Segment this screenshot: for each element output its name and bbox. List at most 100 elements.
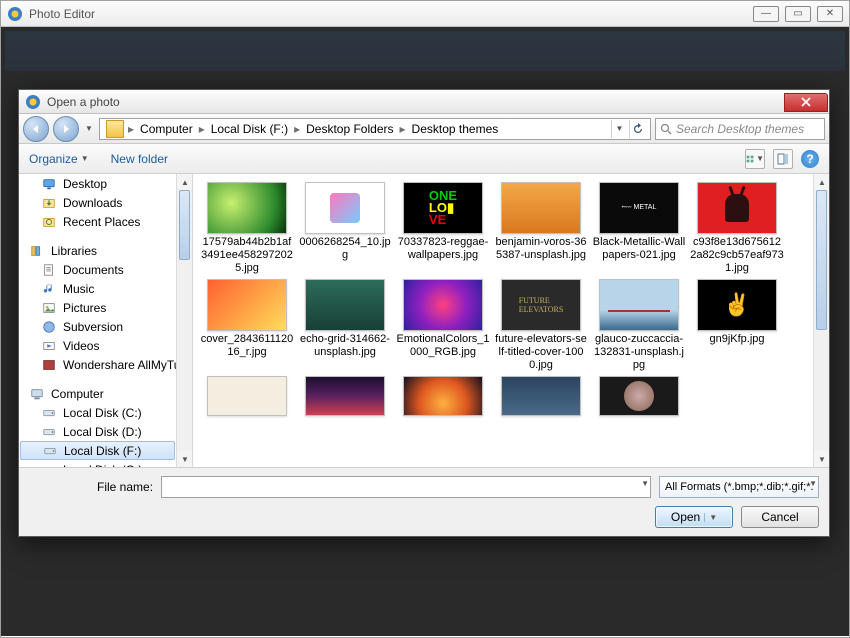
filetype-filter[interactable]: All Formats (*.bmp;*.dib;*.gif;*.	[659, 476, 819, 498]
preview-pane-button[interactable]	[773, 149, 793, 169]
file-name: gn9jKfp.jpg	[709, 333, 764, 346]
nav-row: ▼ ▸ Computer ▸ Local Disk (F:) ▸ Desktop…	[19, 114, 829, 144]
toolbar: Organize▼ New folder ▼ ?	[19, 144, 829, 174]
minimize-button[interactable]: —	[753, 6, 779, 22]
app-titlebar[interactable]: Photo Editor — ▭ ✕	[1, 1, 849, 27]
file-item[interactable]: echo-grid-314662-unsplash.jpg	[297, 279, 393, 372]
app-icon	[7, 6, 23, 22]
file-item[interactable]: benjamin-voros-365387-unsplash.jpg	[493, 182, 589, 275]
sidebar-item-drive[interactable]: Local Disk (C:)	[19, 403, 192, 422]
scroll-down-icon[interactable]: ▼	[177, 451, 193, 467]
sidebar-item-music[interactable]: Music	[19, 279, 192, 298]
file-item[interactable]	[199, 376, 295, 418]
scroll-up-icon[interactable]: ▲	[177, 174, 193, 190]
file-name: 17579ab44b2b1af3491ee4582972025.jpg	[200, 236, 294, 275]
file-thumbnail	[305, 182, 385, 234]
sidebar-item-wondershare[interactable]: Wondershare AllMyTube	[19, 355, 192, 374]
file-item[interactable]: FUTUREELEVATORS future-elevators-self-ti…	[493, 279, 589, 372]
nav-back-button[interactable]	[23, 116, 49, 142]
sidebar-item-desktop[interactable]: Desktop	[19, 174, 192, 193]
help-button[interactable]: ?	[801, 150, 819, 168]
file-item[interactable]: 0006268254_10.jpg	[297, 182, 393, 275]
filename-label: File name:	[97, 480, 153, 494]
sidebar-group-computer[interactable]: Computer	[19, 384, 192, 403]
app-close-button[interactable]: ✕	[817, 6, 843, 22]
file-thumbnail	[501, 376, 581, 416]
file-thumbnail	[207, 279, 287, 331]
file-item[interactable]: ⬳ METAL Black-Metallic-Wallpapers-021.jp…	[591, 182, 687, 275]
file-thumbnail: ✌️	[697, 279, 777, 331]
organize-button[interactable]: Organize▼	[29, 152, 89, 166]
cancel-button[interactable]: Cancel	[741, 506, 819, 528]
file-thumbnail	[403, 279, 483, 331]
breadcrumb-dropdown[interactable]: ▼	[611, 120, 627, 138]
file-item[interactable]: cover_284361112016_r.jpg	[199, 279, 295, 372]
scroll-up-icon[interactable]: ▲	[814, 174, 829, 190]
file-item[interactable]: EmotionalColors_1000_RGB.jpg	[395, 279, 491, 372]
file-item[interactable]	[493, 376, 589, 418]
open-button[interactable]: Open ▼	[655, 506, 733, 528]
sidebar-item-recent[interactable]: Recent Places	[19, 212, 192, 231]
file-item[interactable]	[591, 376, 687, 418]
filename-dropdown[interactable]: ▼	[641, 479, 649, 488]
file-name: benjamin-voros-365387-unsplash.jpg	[494, 236, 588, 262]
file-thumbnail	[599, 376, 679, 416]
file-thumbnail	[207, 376, 287, 416]
view-mode-button[interactable]: ▼	[745, 149, 765, 169]
sidebar-item-drive[interactable]: Local Disk (F:)	[20, 441, 175, 460]
breadcrumb-refresh[interactable]	[629, 120, 645, 138]
file-thumbnail	[305, 376, 385, 416]
sidebar: DesktopDownloadsRecent Places Libraries …	[19, 174, 193, 467]
dialog-close-button[interactable]	[784, 93, 828, 112]
sidebar-group-libraries[interactable]: Libraries	[19, 241, 192, 260]
open-file-dialog: Open a photo ▼ ▸ Computer ▸	[18, 89, 830, 537]
file-name: c93f8e13d6756122a82c9cb57eaf9731.jpg	[690, 236, 784, 275]
nav-forward-button[interactable]	[53, 116, 79, 142]
sidebar-scrollbar[interactable]: ▲ ▼	[176, 174, 192, 467]
file-item[interactable]: c93f8e13d6756122a82c9cb57eaf9731.jpg	[689, 182, 785, 275]
breadcrumb-item[interactable]: Desktop Folders	[300, 122, 399, 136]
arrow-left-icon	[30, 123, 42, 135]
file-thumbnail	[501, 182, 581, 234]
sidebar-item-pictures[interactable]: Pictures	[19, 298, 192, 317]
search-icon	[660, 123, 672, 135]
breadcrumb-item[interactable]: Computer	[134, 122, 199, 136]
new-folder-button[interactable]: New folder	[111, 152, 168, 166]
file-item[interactable]	[297, 376, 393, 418]
breadcrumb-item[interactable]: Desktop themes	[406, 122, 505, 136]
scroll-thumb[interactable]	[816, 190, 827, 330]
file-item[interactable]	[395, 376, 491, 418]
scroll-down-icon[interactable]: ▼	[814, 451, 829, 467]
breadcrumb[interactable]: ▸ Computer ▸ Local Disk (F:) ▸ Desktop F…	[99, 118, 651, 140]
file-item[interactable]: glauco-zuccaccia-132831-unsplash.jpg	[591, 279, 687, 372]
search-input[interactable]: Search Desktop themes	[655, 118, 825, 140]
sidebar-item-drive[interactable]: Local Disk (D:)	[19, 422, 192, 441]
file-list[interactable]: 17579ab44b2b1af3491ee4582972025.jpg 0006…	[193, 174, 829, 467]
scroll-thumb[interactable]	[179, 190, 190, 260]
file-name: glauco-zuccaccia-132831-unsplash.jpg	[592, 333, 686, 372]
file-thumbnail: ONELO▮VE	[403, 182, 483, 234]
file-thumbnail: FUTUREELEVATORS	[501, 279, 581, 331]
app-title: Photo Editor	[29, 7, 753, 21]
maximize-button[interactable]: ▭	[785, 6, 811, 22]
dialog-title: Open a photo	[47, 95, 784, 109]
sidebar-item-videos[interactable]: Videos	[19, 336, 192, 355]
file-item[interactable]: 17579ab44b2b1af3491ee4582972025.jpg	[199, 182, 295, 275]
file-name: 70337823-reggae-wallpapers.jpg	[396, 236, 490, 262]
file-name: echo-grid-314662-unsplash.jpg	[298, 333, 392, 359]
app-body: Open a photo ▼ ▸ Computer ▸	[1, 27, 849, 636]
app-accent-strip	[5, 31, 845, 71]
sidebar-item-documents[interactable]: Documents	[19, 260, 192, 279]
nav-history-dropdown[interactable]: ▼	[83, 119, 95, 139]
breadcrumb-item[interactable]: Local Disk (F:)	[205, 122, 294, 136]
file-item[interactable]: ONELO▮VE 70337823-reggae-wallpapers.jpg	[395, 182, 491, 275]
chevron-down-icon: ▼	[809, 479, 817, 488]
dialog-titlebar[interactable]: Open a photo	[19, 90, 829, 114]
filename-input[interactable]	[161, 476, 651, 498]
sidebar-item-subversion[interactable]: Subversion	[19, 317, 192, 336]
close-icon	[801, 97, 811, 107]
sidebar-item-downloads[interactable]: Downloads	[19, 193, 192, 212]
file-item[interactable]: ✌️ gn9jKfp.jpg	[689, 279, 785, 372]
file-list-scrollbar[interactable]: ▲ ▼	[813, 174, 829, 467]
sidebar-item-drive[interactable]: Local Disk (G:)	[19, 460, 192, 467]
